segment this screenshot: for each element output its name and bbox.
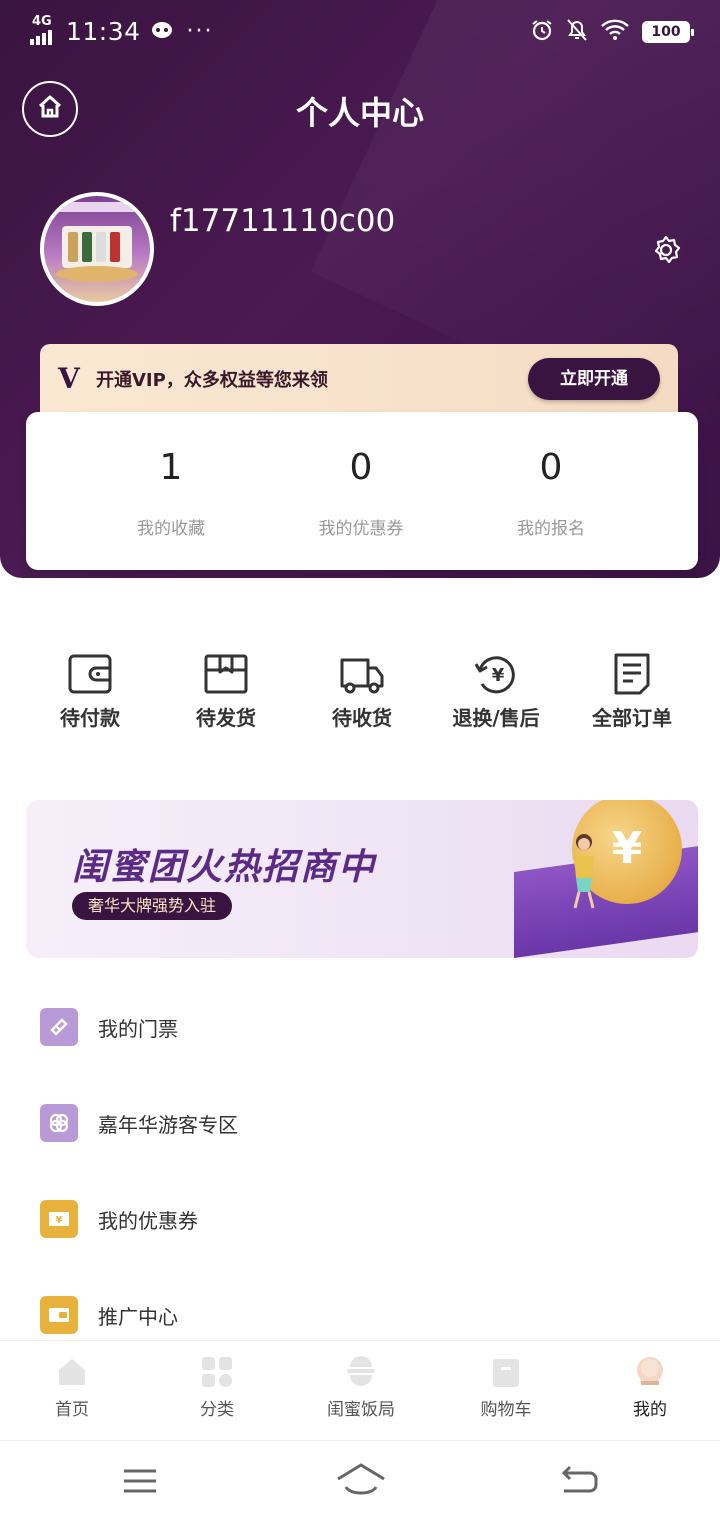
stat-value: 0 — [539, 447, 563, 488]
stat-value: 0 — [349, 447, 373, 488]
order-list-icon — [564, 652, 700, 696]
menu-label: 嘉年华游客专区 — [98, 1112, 238, 1137]
page-title: 个人中心 — [295, 94, 424, 132]
home-tab-icon — [55, 1355, 89, 1389]
stat-label: 我的优惠券 — [318, 519, 404, 539]
avatar[interactable] — [40, 192, 154, 306]
mute-icon — [566, 18, 588, 46]
open-vip-button[interactable]: 立即开通 — [528, 358, 660, 400]
tab-label: 我的 — [633, 1400, 667, 1420]
stats-card: 1 我的收藏 0 我的优惠券 0 我的报名 — [26, 412, 698, 570]
tab-label: 首页 — [55, 1400, 89, 1420]
stat-favorites[interactable]: 1 我的收藏 — [86, 446, 256, 539]
system-navigation-bar — [0, 1440, 720, 1520]
stat-label: 我的报名 — [517, 519, 585, 539]
dinner-tab-icon — [344, 1355, 378, 1389]
truck-icon — [294, 652, 430, 696]
order-pending-shipment[interactable]: 待发货 — [158, 652, 294, 731]
wifi-icon — [600, 19, 630, 45]
app-notification-icon — [151, 19, 173, 43]
menu-item-tickets[interactable]: 我的门票 — [40, 1007, 680, 1047]
tab-label: 分类 — [200, 1400, 234, 1420]
menu-label: 我的门票 — [98, 1016, 178, 1041]
stat-signups[interactable]: 0 我的报名 — [466, 446, 636, 539]
order-refund-aftersale[interactable]: ¥ 退换/售后 — [428, 652, 564, 731]
tab-dinner[interactable]: 闺蜜饭局 — [301, 1355, 421, 1420]
vip-strip[interactable]: V 开通VIP，众多权益等您来领 立即开通 — [40, 344, 678, 414]
refund-icon: ¥ — [428, 652, 564, 696]
box-icon — [158, 652, 294, 696]
ticket-icon — [40, 1008, 78, 1046]
stat-value: 1 — [159, 447, 183, 488]
promo-banner[interactable]: ¥ 闺蜜团火热招商中 奢华大牌强势入驻 — [26, 800, 698, 958]
alarm-icon — [530, 18, 554, 46]
menu-item-coupons[interactable]: ¥ 我的优惠券 — [40, 1199, 680, 1239]
order-pending-payment[interactable]: 待付款 — [22, 652, 158, 731]
tab-home[interactable]: 首页 — [12, 1355, 132, 1420]
tab-profile[interactable]: 我的 — [590, 1355, 710, 1420]
tab-cart[interactable]: 购物车 — [446, 1355, 566, 1420]
vip-badge-icon: V — [58, 362, 80, 395]
order-label: 退换/售后 — [452, 706, 540, 730]
banner-tag: 奢华大牌强势入驻 — [72, 892, 233, 920]
network-type: 4G — [32, 14, 52, 29]
battery-indicator: 100 — [642, 21, 694, 43]
back-icon[interactable] — [560, 1463, 600, 1499]
order-all[interactable]: 全部订单 — [564, 652, 700, 731]
status-time: 11:34 — [66, 16, 141, 46]
coupon-icon: ¥ — [40, 1200, 78, 1238]
order-label: 待付款 — [60, 706, 120, 730]
order-label: 待收货 — [332, 706, 392, 730]
banner-title: 闺蜜团火热招商中 — [72, 847, 377, 888]
promotion-icon — [40, 1296, 78, 1334]
vip-promo-text: 开通VIP，众多权益等您来领 — [96, 370, 328, 391]
wallet-icon — [22, 652, 158, 696]
tab-label: 购物车 — [480, 1400, 532, 1420]
menu-label: 推广中心 — [98, 1304, 178, 1329]
order-shortcuts: 待付款 待发货 待收货 ¥ 退换/售后 全部订单 — [0, 652, 720, 742]
stat-coupons[interactable]: 0 我的优惠券 — [276, 446, 446, 539]
system-home-icon[interactable] — [336, 1463, 386, 1499]
menu-icon[interactable] — [120, 1463, 160, 1499]
settings-button[interactable] — [650, 234, 682, 266]
menu-item-carnival[interactable]: 嘉年华游客专区 — [40, 1103, 680, 1143]
svg-text:¥: ¥ — [492, 665, 505, 686]
network-indicator: 4G — [30, 14, 56, 46]
username[interactable]: f17711110c00 — [170, 203, 395, 239]
more-notifications-icon: ··· — [186, 18, 214, 44]
stat-label: 我的收藏 — [137, 519, 205, 539]
menu-label: 我的优惠券 — [98, 1208, 198, 1233]
svg-text:¥: ¥ — [56, 1215, 63, 1226]
tab-label: 闺蜜饭局 — [327, 1400, 395, 1420]
tab-category[interactable]: 分类 — [157, 1355, 277, 1420]
order-label: 待发货 — [196, 706, 256, 730]
menu-item-promotion[interactable]: 推广中心 — [40, 1295, 680, 1335]
order-pending-receipt[interactable]: 待收货 — [294, 652, 430, 731]
bottom-tab-bar: 首页 分类 闺蜜饭局 购物车 我的 — [0, 1340, 720, 1440]
carnival-icon — [40, 1104, 78, 1142]
category-tab-icon — [200, 1355, 234, 1389]
woman-illustration — [573, 834, 595, 909]
gear-icon — [650, 235, 682, 270]
status-bar: 4G 11:34 ··· 100 — [0, 0, 720, 64]
profile-tab-icon — [633, 1355, 667, 1389]
order-label: 全部订单 — [592, 706, 672, 730]
cart-tab-icon — [489, 1355, 523, 1389]
